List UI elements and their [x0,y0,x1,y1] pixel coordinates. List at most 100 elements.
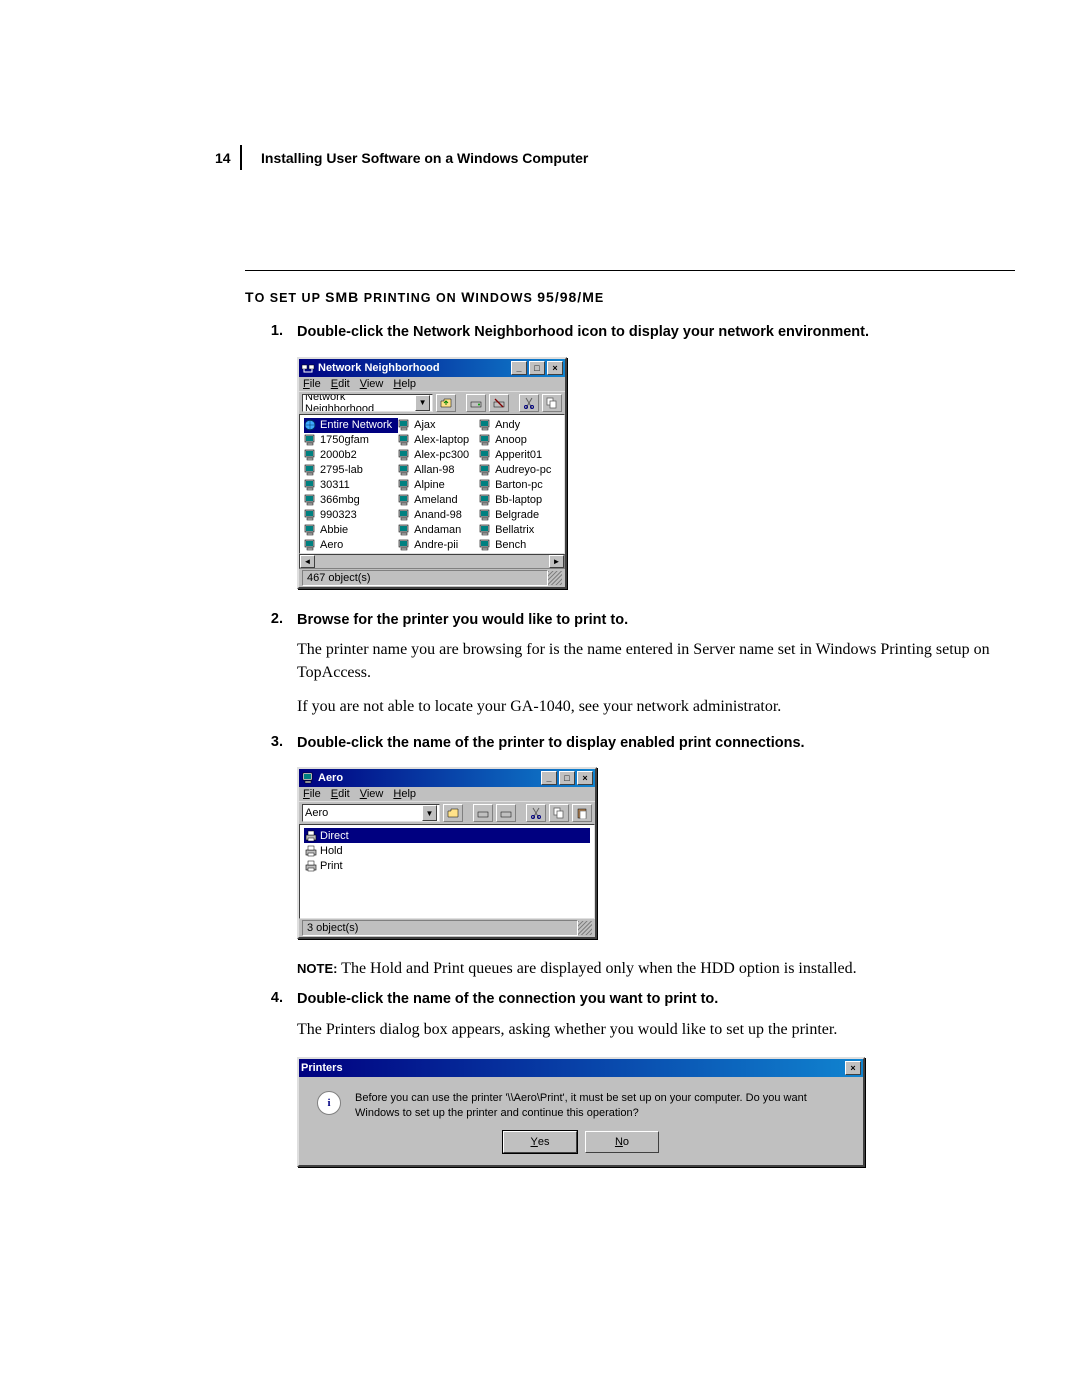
menu-edit[interactable]: Edit [331,788,350,800]
item-label: Entire Network [320,419,392,431]
list-item[interactable]: Entire Network [304,418,398,433]
item-label: Direct [320,830,349,842]
no-button[interactable]: No [585,1131,659,1153]
item-label: Andre-pii [414,539,458,551]
computer-icon [479,494,493,506]
status-text: 467 object(s) [307,572,371,584]
cut-button[interactable] [519,394,539,412]
titlebar[interactable]: Printers × [299,1059,863,1077]
list-item[interactable]: Barton-pc [479,478,560,493]
menu-view[interactable]: View [360,378,384,390]
list-item[interactable]: 2795-lab [304,463,398,478]
list-item[interactable]: Alex-laptop [398,433,479,448]
list-item[interactable]: Alpine [398,478,479,493]
item-label: 30311 [320,479,350,491]
list-item[interactable]: Bench [479,538,560,553]
list-item[interactable]: Belgrade [479,508,560,523]
close-button[interactable]: × [577,771,593,785]
close-button[interactable]: × [547,361,563,375]
scroll-left-button[interactable]: ◄ [300,555,315,568]
list-item[interactable]: Direct [304,828,590,843]
list-item[interactable]: Ameland [398,493,479,508]
list-item[interactable]: 30311 [304,478,398,493]
paste-button[interactable] [572,804,592,822]
computer-icon [398,524,412,536]
copy-button[interactable] [549,804,569,822]
disconnect-drive-button[interactable] [496,804,516,822]
map-drive-button[interactable] [466,394,486,412]
list-item[interactable]: 1750gfam [304,433,398,448]
list-item[interactable]: Bellatrix [479,523,560,538]
minimize-button[interactable]: _ [541,771,557,785]
window-title: Network Neighborhood [318,362,509,374]
list-item[interactable]: Allan-98 [398,463,479,478]
menu-file[interactable]: File [303,788,321,800]
list-item[interactable]: Ajax [398,418,479,433]
scroll-right-button[interactable]: ► [549,555,564,568]
list-item[interactable]: Hold [304,843,590,858]
dialog-body: i Before you can use the printer '\\Aero… [299,1077,863,1127]
computer-icon [304,464,318,476]
item-label: Allan-98 [414,464,454,476]
cut-button[interactable] [526,804,546,822]
list-item[interactable]: Anoop [479,433,560,448]
list-item[interactable]: Andaman [398,523,479,538]
menubar: File Edit View Help [299,377,565,391]
up-level-button[interactable] [436,394,456,412]
step-4: 4. Double-click the name of the connecti… [245,990,1015,1051]
list-item[interactable]: Anand-98 [398,508,479,523]
list-item[interactable]: Andre-pii [398,538,479,553]
titlebar[interactable]: Network Neighborhood _ □ × [299,359,565,377]
horizontal-scrollbar[interactable]: ◄ ► [299,554,565,569]
computer-icon [398,434,412,446]
computer-icon [479,419,493,431]
menu-file[interactable]: File [303,378,321,390]
list-item[interactable]: Aero [304,538,398,553]
item-label: Alex-pc300 [414,449,469,461]
computer-icon [398,479,412,491]
item-label: Barton-pc [495,479,543,491]
menu-help[interactable]: Help [393,788,416,800]
maximize-button[interactable]: □ [559,771,575,785]
chevron-down-icon[interactable]: ▼ [422,805,437,821]
step-title: Double-click the name of the printer to … [297,734,1015,754]
list-item[interactable]: 366mbg [304,493,398,508]
list-item[interactable]: Print [304,858,590,873]
resize-grip-icon[interactable] [578,921,592,935]
list-item[interactable]: 2000b2 [304,448,398,463]
chevron-down-icon[interactable]: ▼ [415,395,430,411]
resize-grip-icon[interactable] [548,571,562,585]
item-label: Andaman [414,524,461,536]
titlebar[interactable]: Aero _ □ × [299,769,595,787]
disconnect-drive-button[interactable] [489,394,509,412]
address-dropdown[interactable]: Network Neighborhood ▼ [302,394,433,412]
yes-button[interactable]: Yes [503,1131,577,1153]
up-level-button[interactable] [443,804,463,822]
file-list-area[interactable]: Entire Network 1750gfam2000b22795-lab3031… [299,414,565,554]
computer-icon [479,434,493,446]
maximize-button[interactable]: □ [529,361,545,375]
minimize-button[interactable]: _ [511,361,527,375]
header-separator [240,145,242,170]
list-item[interactable]: Bb-laptop [479,493,560,508]
list-item[interactable]: Andy [479,418,560,433]
aero-window: Aero _ □ × File Edit View Help [297,767,597,939]
list-item[interactable]: Alex-pc300 [398,448,479,463]
menu-view[interactable]: View [360,788,384,800]
computer-icon [304,479,318,491]
map-drive-button[interactable] [473,804,493,822]
list-item[interactable]: Audreyo-pc [479,463,560,478]
address-dropdown[interactable]: Aero ▼ [302,804,440,822]
list-item[interactable]: Apperit01 [479,448,560,463]
file-list-area[interactable]: DirectHoldPrint [299,824,595,919]
menu-help[interactable]: Help [393,378,416,390]
copy-button[interactable] [542,394,562,412]
step-number: 4. [245,990,297,1006]
menu-edit[interactable]: Edit [331,378,350,390]
list-item[interactable]: 990323 [304,508,398,523]
address-text: Network Neighborhood [305,394,415,412]
step-number: 2. [245,611,297,627]
note-text: The Hold and Print queues are displayed … [341,960,856,977]
list-item[interactable]: Abbie [304,523,398,538]
close-button[interactable]: × [845,1061,861,1075]
